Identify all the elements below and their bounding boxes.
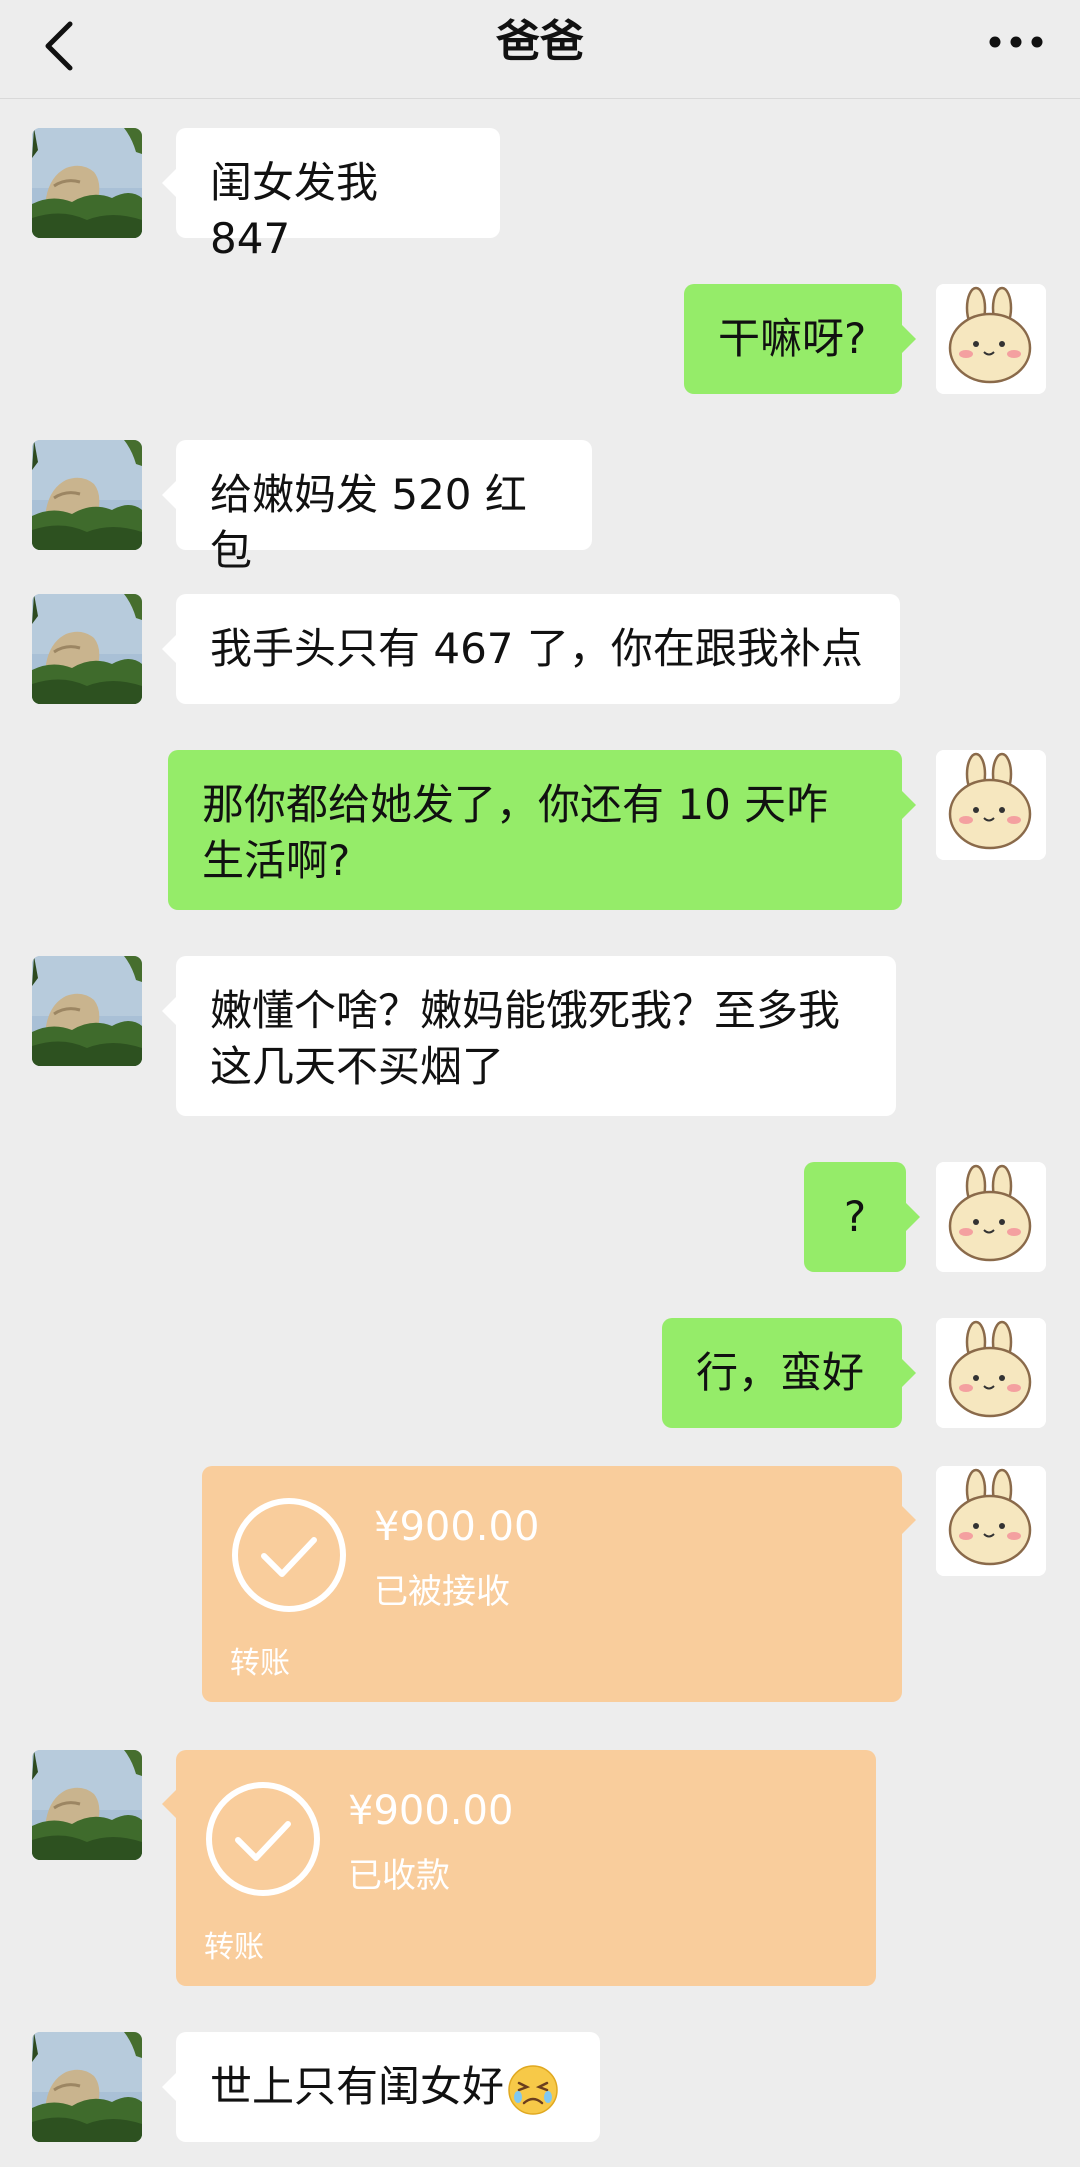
transfer-card-sent[interactable]: ¥900.00 已被接收 转账 bbox=[202, 1466, 916, 1702]
dad-avatar[interactable] bbox=[32, 956, 142, 1066]
message-text: 世上只有闺女好 bbox=[210, 2062, 505, 2111]
transfer-status: 已收款 bbox=[348, 1856, 450, 1896]
outgoing-message-bubble[interactable]: 干嘛呀? bbox=[684, 284, 916, 394]
transfer-amount: ¥900.00 bbox=[348, 1788, 514, 1834]
incoming-message-bubble[interactable]: 我手头只有 467 了，你在跟我补点 bbox=[162, 594, 900, 704]
my-bunny-avatar[interactable] bbox=[936, 1466, 1046, 1576]
transfer-amount: ¥900.00 bbox=[374, 1504, 540, 1550]
persevering-face-emoji-icon bbox=[508, 2064, 558, 2115]
outgoing-message-bubble[interactable]: ? bbox=[804, 1162, 920, 1272]
transfer-status: 已被接收 bbox=[374, 1572, 510, 1612]
dad-avatar[interactable] bbox=[32, 594, 142, 704]
outgoing-message-bubble[interactable]: 那你都给她发了，你还有 10 天咋生活啊? bbox=[168, 750, 916, 910]
dad-avatar[interactable] bbox=[32, 1750, 142, 1860]
transfer-label: 转账 bbox=[204, 1930, 264, 1965]
my-bunny-avatar[interactable] bbox=[936, 1162, 1046, 1272]
chat-header: 爸爸 bbox=[0, 0, 1080, 99]
dad-avatar[interactable] bbox=[32, 440, 142, 550]
incoming-message-bubble[interactable]: 闺女发我 847 bbox=[162, 128, 500, 263]
my-bunny-avatar[interactable] bbox=[936, 1318, 1046, 1428]
my-bunny-avatar[interactable] bbox=[936, 750, 1046, 860]
incoming-message-bubble[interactable]: 给嫩妈发 520 红包 bbox=[162, 440, 592, 575]
chat-title: 爸爸 bbox=[496, 16, 584, 67]
dad-avatar[interactable] bbox=[32, 2032, 142, 2142]
incoming-message-bubble[interactable]: 世上只有闺女好 bbox=[162, 2032, 600, 2142]
outgoing-message-bubble[interactable]: 行，蛮好 bbox=[662, 1318, 916, 1428]
transfer-card-received[interactable]: ¥900.00 已收款 转账 bbox=[162, 1750, 876, 1986]
more-dots-icon[interactable] bbox=[986, 22, 1046, 62]
check-circle-icon bbox=[230, 1496, 348, 1614]
my-bunny-avatar[interactable] bbox=[936, 284, 1046, 394]
dad-avatar[interactable] bbox=[32, 128, 142, 238]
check-circle-icon bbox=[204, 1780, 322, 1898]
incoming-message-bubble[interactable]: 嫩懂个啥？嫩妈能饿死我？至多我这几天不买烟了 bbox=[162, 956, 896, 1116]
transfer-label: 转账 bbox=[230, 1646, 290, 1681]
